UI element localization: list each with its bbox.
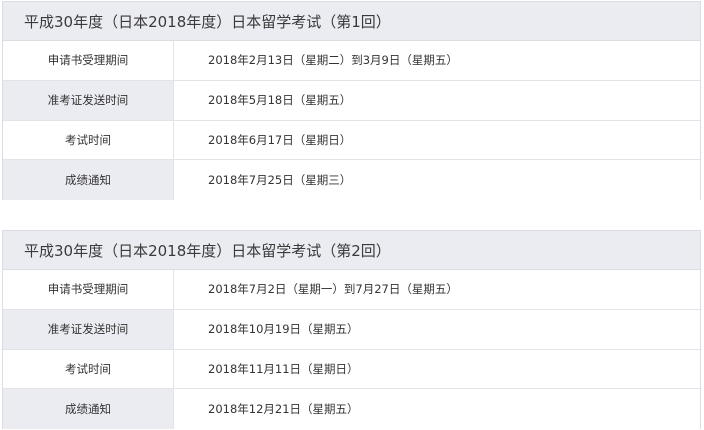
row-label: 成绩通知: [3, 160, 174, 200]
exam-schedule-table-2: 平成30年度（日本2018年度）日本留学考试（第2回） 申请书受理期间 2018…: [2, 230, 701, 429]
row-value: 2018年7月2日（星期一）到7月27日（星期五）: [174, 270, 700, 309]
row-label: 准考证发送时间: [3, 80, 174, 120]
row-value: 2018年5月18日（星期五）: [174, 80, 700, 120]
row-label: 成绩通知: [3, 389, 174, 429]
row-value: 2018年12月21日（星期五）: [174, 389, 700, 429]
row-value: 2018年6月17日（星期日）: [174, 120, 700, 160]
table-row: 准考证发送时间 2018年5月18日（星期五）: [3, 80, 700, 121]
row-value: 2018年11月11日（星期日）: [174, 349, 700, 389]
table-row: 成绩通知 2018年12月21日（星期五）: [3, 389, 700, 429]
table-row: 成绩通知 2018年7月25日（星期三）: [3, 160, 700, 200]
row-label: 准考证发送时间: [3, 309, 174, 349]
row-value: 2018年7月25日（星期三）: [174, 160, 700, 200]
table-row: 申请书受理期间 2018年7月2日（星期一）到7月27日（星期五）: [3, 270, 700, 310]
table-row: 考试时间 2018年11月11日（星期日）: [3, 349, 700, 390]
row-label: 考试时间: [3, 349, 174, 389]
table-row: 准考证发送时间 2018年10月19日（星期五）: [3, 309, 700, 350]
table-row: 申请书受理期间 2018年2月13日（星期二）到3月9日（星期五）: [3, 41, 700, 81]
row-label: 考试时间: [3, 120, 174, 160]
row-label: 申请书受理期间: [3, 270, 174, 309]
exam-title: 平成30年度（日本2018年度）日本留学考试（第1回）: [3, 2, 700, 41]
row-value: 2018年2月13日（星期二）到3月9日（星期五）: [174, 41, 700, 80]
row-label: 申请书受理期间: [3, 41, 174, 80]
row-value: 2018年10月19日（星期五）: [174, 309, 700, 349]
exam-schedule-table-1: 平成30年度（日本2018年度）日本留学考试（第1回） 申请书受理期间 2018…: [2, 1, 701, 200]
exam-title: 平成30年度（日本2018年度）日本留学考试（第2回）: [3, 231, 700, 270]
table-row: 考试时间 2018年6月17日（星期日）: [3, 120, 700, 161]
